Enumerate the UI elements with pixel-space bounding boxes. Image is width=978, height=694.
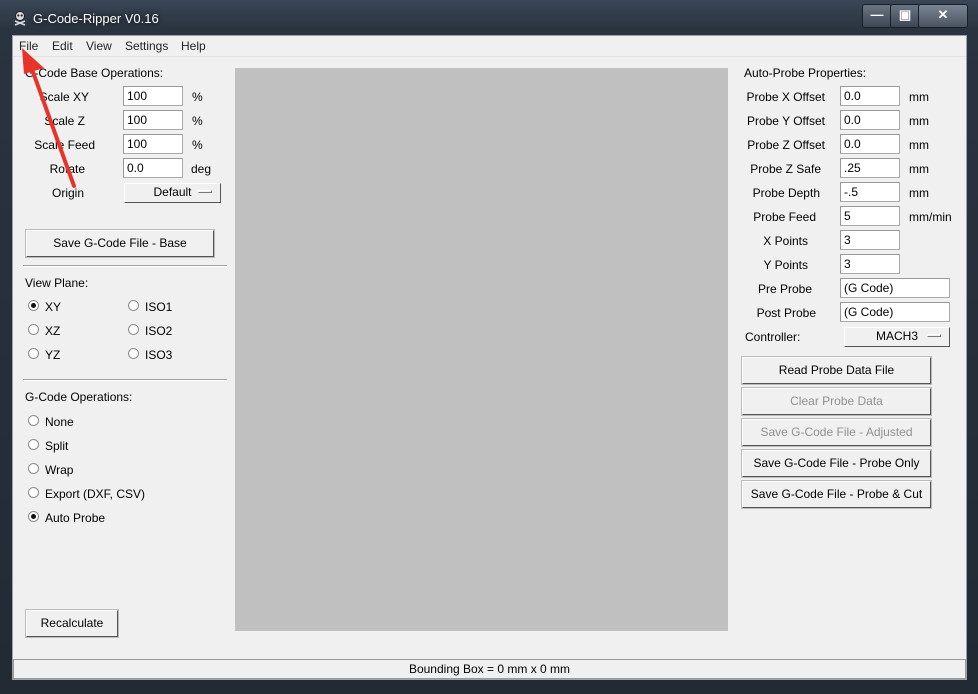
save-adjusted-button[interactable]: Save G-Code File - Adjusted	[741, 418, 932, 447]
probe-y-offset-label: Probe Y Offset	[746, 114, 825, 128]
radio-iso1-label[interactable]: ISO1	[145, 300, 172, 314]
radio-iso2-label[interactable]: ISO2	[145, 324, 172, 338]
window-title: G-Code-Ripper V0.16	[33, 11, 159, 26]
probe-x-offset-input[interactable]: 0.0	[840, 86, 900, 106]
preview-canvas[interactable]	[235, 68, 728, 631]
probe-x-offset-label: Probe X Offset	[746, 90, 826, 104]
radio-iso3[interactable]	[128, 348, 139, 359]
origin-label: Origin	[51, 186, 84, 200]
scale-feed-input[interactable]: 100	[123, 134, 183, 154]
minimize-button[interactable]: —	[862, 4, 892, 28]
probe-z-offset-label: Probe Z Offset	[747, 138, 825, 152]
radio-iso3-label[interactable]: ISO3	[145, 348, 172, 362]
probe-z-safe-input[interactable]: .25	[840, 158, 900, 178]
x-points-label: X Points	[763, 234, 808, 248]
radio-xz-label[interactable]: XZ	[45, 324, 60, 338]
scale-xy-label: Scale XY	[39, 90, 89, 104]
scale-xy-input[interactable]: 100	[123, 86, 183, 106]
menu-edit[interactable]: Edit	[52, 39, 73, 53]
probe-feed-input[interactable]: 5	[840, 206, 900, 226]
probe-depth-unit: mm	[909, 186, 929, 200]
probe-heading: Auto-Probe Properties:	[744, 66, 867, 80]
radio-export[interactable]	[28, 487, 39, 498]
base-ops-heading: G-Code Base Operations:	[25, 66, 164, 80]
probe-z-safe-unit: mm	[909, 162, 929, 176]
scale-z-unit: %	[192, 114, 203, 128]
save-probe-and-cut-button[interactable]: Save G-Code File - Probe & Cut	[741, 480, 932, 509]
y-points-input[interactable]: 3	[840, 254, 900, 274]
recalculate-button[interactable]: Recalculate	[25, 609, 119, 638]
application-window: G-Code-Ripper V0.16 — ▣ ✕ File Edit View…	[0, 0, 978, 694]
radio-xy[interactable]	[28, 300, 39, 311]
menu-settings[interactable]: Settings	[125, 39, 168, 53]
divider	[23, 379, 227, 381]
radio-iso1[interactable]	[128, 300, 139, 311]
status-bar: Bounding Box = 0 mm x 0 mm	[13, 659, 966, 679]
radio-export-label[interactable]: Export (DXF, CSV)	[45, 487, 145, 501]
radio-none-label[interactable]: None	[45, 415, 74, 429]
gcode-ops-heading: G-Code Operations:	[25, 390, 133, 404]
title-bar[interactable]: G-Code-Ripper V0.16 — ▣ ✕	[0, 0, 978, 34]
y-points-label: Y Points	[763, 258, 808, 272]
clear-probe-data-button[interactable]: Clear Probe Data	[741, 387, 932, 416]
radio-xz[interactable]	[28, 324, 39, 335]
radio-auto-probe[interactable]	[28, 511, 39, 522]
menu-bar: File Edit View Settings Help	[13, 36, 966, 57]
probe-depth-label: Probe Depth	[752, 186, 820, 200]
post-probe-label: Post Probe	[756, 306, 816, 320]
rotate-unit: deg	[191, 162, 212, 176]
pre-probe-input[interactable]: (G Code)	[840, 278, 950, 298]
rotate-input[interactable]: 0.0	[123, 158, 183, 178]
probe-z-safe-label: Probe Z Safe	[750, 162, 821, 176]
menu-view[interactable]: View	[86, 39, 112, 53]
probe-depth-input[interactable]: -.5	[840, 182, 900, 202]
maximize-button[interactable]: ▣	[890, 4, 920, 28]
radio-split-label[interactable]: Split	[45, 439, 68, 453]
radio-none[interactable]	[28, 415, 39, 426]
radio-auto-probe-label[interactable]: Auto Probe	[45, 511, 105, 525]
app-skull-icon	[14, 11, 26, 26]
dropdown-indicator-icon	[927, 334, 941, 337]
scale-feed-label: Scale Feed	[34, 138, 95, 152]
radio-xy-label[interactable]: XY	[45, 300, 61, 314]
controller-label: Controller:	[745, 330, 801, 344]
origin-dropdown[interactable]: Default	[124, 183, 221, 203]
read-probe-data-button[interactable]: Read Probe Data File	[741, 356, 932, 385]
save-base-button[interactable]: Save G-Code File - Base	[25, 229, 215, 258]
probe-feed-unit: mm/min	[909, 210, 952, 224]
radio-split[interactable]	[28, 439, 39, 450]
pre-probe-label: Pre Probe	[757, 282, 812, 296]
x-points-input[interactable]: 3	[840, 230, 900, 250]
probe-y-offset-unit: mm	[909, 114, 929, 128]
rotate-label: Rotate	[49, 162, 85, 176]
probe-z-offset-input[interactable]: 0.0	[840, 134, 900, 154]
radio-yz-label[interactable]: YZ	[45, 348, 60, 362]
probe-y-offset-input[interactable]: 0.0	[840, 110, 900, 130]
probe-x-offset-unit: mm	[909, 90, 929, 104]
divider	[23, 265, 227, 267]
controller-value: MACH3	[875, 329, 918, 343]
scale-feed-unit: %	[192, 138, 203, 152]
view-plane-heading: View Plane:	[25, 276, 89, 290]
menu-help[interactable]: Help	[181, 39, 206, 53]
menu-file[interactable]: File	[19, 39, 38, 53]
probe-feed-label: Probe Feed	[753, 210, 816, 224]
radio-wrap[interactable]	[28, 463, 39, 474]
dropdown-indicator-icon	[198, 190, 212, 193]
controller-dropdown[interactable]: MACH3	[844, 327, 950, 347]
radio-iso2[interactable]	[128, 324, 139, 335]
radio-wrap-label[interactable]: Wrap	[45, 463, 73, 477]
client-area: File Edit View Settings Help G-Code Base…	[12, 35, 967, 680]
origin-value: Default	[153, 185, 192, 199]
post-probe-input[interactable]: (G Code)	[840, 302, 950, 322]
radio-yz[interactable]	[28, 348, 39, 359]
scale-z-label: Scale Z	[44, 114, 85, 128]
probe-z-offset-unit: mm	[909, 138, 929, 152]
close-button[interactable]: ✕	[918, 4, 968, 28]
save-probe-only-button[interactable]: Save G-Code File - Probe Only	[741, 449, 932, 478]
scale-xy-unit: %	[192, 90, 203, 104]
scale-z-input[interactable]: 100	[123, 110, 183, 130]
